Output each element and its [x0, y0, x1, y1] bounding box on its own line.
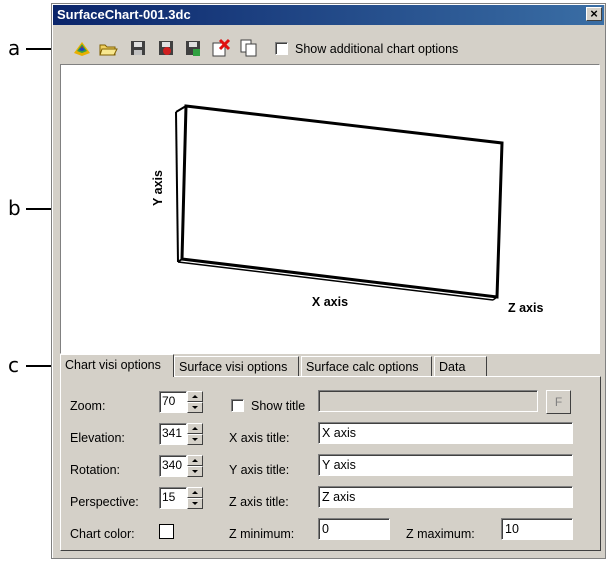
zoom-stepper[interactable]: 70: [159, 391, 205, 413]
zoom-input[interactable]: 70: [159, 391, 187, 413]
elevation-label: Elevation:: [70, 431, 125, 445]
tab-surface-visi-options[interactable]: Surface visi options: [174, 356, 299, 376]
perspective-input[interactable]: 15: [159, 487, 187, 509]
z-axis-title-input[interactable]: Z axis: [318, 486, 573, 508]
zoom-up-button[interactable]: [187, 391, 203, 402]
elevation-down-button[interactable]: [187, 434, 203, 445]
elevation-up-button[interactable]: [187, 423, 203, 434]
z-minimum-label: Z minimum:: [229, 527, 295, 541]
title-font-button[interactable]: F: [546, 390, 571, 414]
z-axis-label: Z axis: [508, 301, 543, 315]
z-maximum-label: Z maximum:: [406, 527, 475, 541]
rotation-label: Rotation:: [70, 463, 121, 477]
tab-data[interactable]: Data: [434, 356, 487, 376]
elevation-input[interactable]: 341: [159, 423, 187, 445]
perspective-stepper[interactable]: 15: [159, 487, 205, 509]
chart-color-swatch[interactable]: [159, 524, 174, 539]
y-axis-title-label: Y axis title:: [229, 463, 290, 477]
elevation-stepper[interactable]: 341: [159, 423, 205, 445]
show-title-checkbox[interactable]: [231, 399, 244, 412]
zoom-down-button[interactable]: [187, 402, 203, 413]
z-minimum-input[interactable]: 0: [318, 518, 390, 540]
rotation-stepper[interactable]: 340: [159, 455, 205, 477]
x-axis-title-input[interactable]: X axis: [318, 422, 573, 444]
y-axis-title-input[interactable]: Y axis: [318, 454, 573, 476]
chart-bounding-box: [175, 104, 504, 301]
zoom-label: Zoom:: [70, 399, 106, 413]
y-axis-label: Y axis: [151, 170, 165, 206]
perspective-up-button[interactable]: [187, 487, 203, 498]
rotation-up-button[interactable]: [187, 455, 203, 466]
title-input[interactable]: [318, 390, 538, 412]
perspective-down-button[interactable]: [187, 498, 203, 509]
tab-surface-calc-options[interactable]: Surface calc options: [301, 356, 432, 376]
x-axis-title-label: X axis title:: [229, 431, 290, 445]
chart-color-label: Chart color:: [70, 527, 135, 541]
rotation-down-button[interactable]: [187, 466, 203, 477]
perspective-label: Perspective:: [70, 495, 139, 509]
z-axis-title-label: Z axis title:: [229, 495, 289, 509]
z-maximum-input[interactable]: 10: [501, 518, 573, 540]
x-axis-label: X axis: [312, 295, 348, 309]
rotation-input[interactable]: 340: [159, 455, 187, 477]
tab-chart-visi-options[interactable]: Chart visi options: [60, 354, 174, 377]
show-title-label: Show title: [251, 399, 306, 413]
